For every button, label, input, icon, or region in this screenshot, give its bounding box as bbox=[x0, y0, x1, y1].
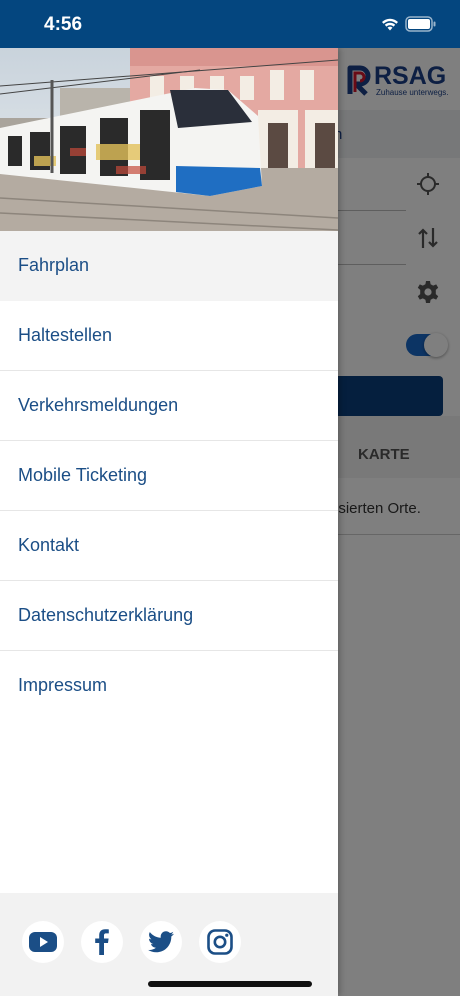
twitter-icon bbox=[148, 931, 174, 953]
menu-item-fahrplan[interactable]: Fahrplan bbox=[0, 231, 338, 301]
menu-item-verkehrsmeldungen[interactable]: Verkehrsmeldungen bbox=[0, 371, 338, 441]
wifi-icon bbox=[382, 18, 398, 31]
tram-hero-image bbox=[0, 48, 338, 231]
youtube-button[interactable] bbox=[22, 921, 64, 963]
drawer-menu: Fahrplan Haltestellen Verkehrsmeldungen … bbox=[0, 231, 338, 721]
menu-item-label: Verkehrsmeldungen bbox=[18, 395, 179, 415]
youtube-icon bbox=[29, 932, 57, 952]
menu-item-haltestellen[interactable]: Haltestellen bbox=[0, 301, 338, 371]
menu-item-label: Fahrplan bbox=[18, 255, 90, 275]
navigation-drawer: Fahrplan Haltestellen Verkehrsmeldungen … bbox=[0, 48, 338, 996]
menu-item-label: Datenschutzerklärung bbox=[18, 605, 194, 625]
home-indicator[interactable] bbox=[148, 981, 312, 987]
menu-item-mobile-ticketing[interactable]: Mobile Ticketing bbox=[0, 441, 338, 511]
facebook-button[interactable] bbox=[81, 921, 123, 963]
facebook-icon bbox=[95, 929, 109, 955]
tram-photo bbox=[0, 48, 338, 231]
menu-item-label: Haltestellen bbox=[18, 325, 113, 345]
menu-item-impressum[interactable]: Impressum bbox=[0, 651, 338, 721]
instagram-icon bbox=[207, 929, 233, 955]
menu-item-label: Mobile Ticketing bbox=[18, 465, 148, 485]
status-time: 4:56 bbox=[44, 14, 83, 35]
status-bar: 4:56 bbox=[0, 0, 460, 48]
menu-item-label: Impressum bbox=[18, 675, 108, 695]
instagram-button[interactable] bbox=[199, 921, 241, 963]
menu-item-label: Kontakt bbox=[18, 535, 80, 555]
menu-item-datenschutz[interactable]: Datenschutzerklärung bbox=[0, 581, 338, 651]
twitter-button[interactable] bbox=[140, 921, 182, 963]
battery-icon bbox=[405, 16, 436, 32]
menu-item-kontakt[interactable]: Kontakt bbox=[0, 511, 338, 581]
